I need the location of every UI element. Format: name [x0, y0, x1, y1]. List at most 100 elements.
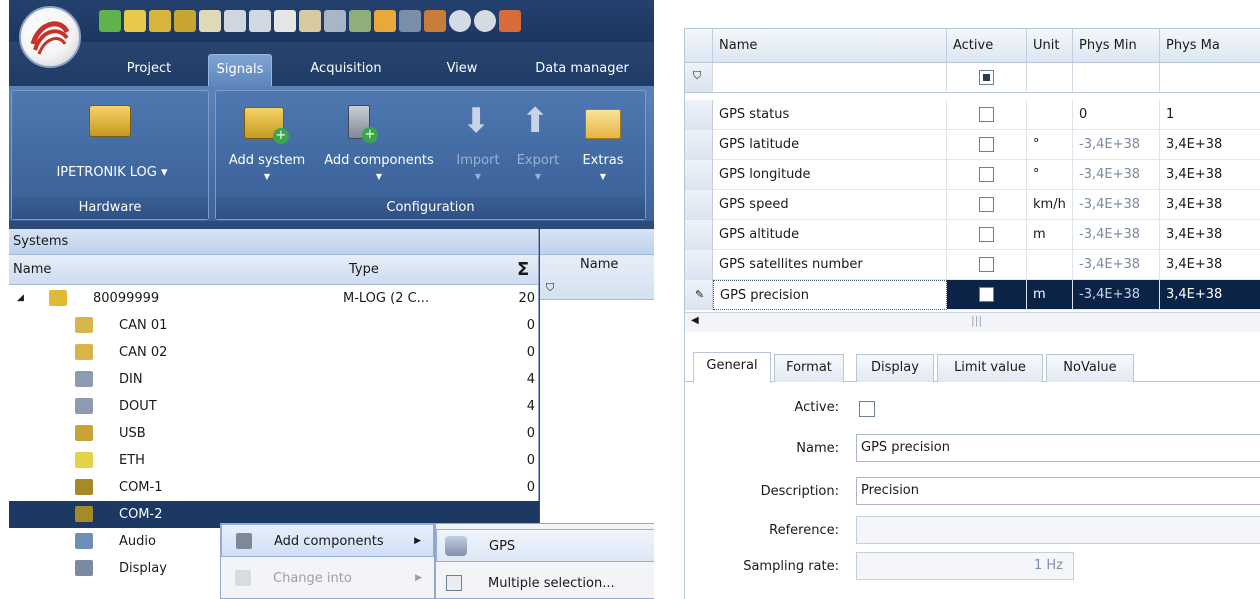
active-checkbox[interactable]: [979, 197, 994, 212]
add-system-button[interactable]: Add system ▼: [222, 153, 312, 181]
scroll-grip[interactable]: |||: [971, 314, 982, 327]
settings-icon[interactable]: [424, 10, 446, 32]
column-name[interactable]: Name: [580, 257, 618, 272]
column-name[interactable]: Name: [13, 255, 51, 285]
row-header[interactable]: [685, 100, 713, 130]
cell-phys-max[interactable]: 3,4E+38: [1160, 160, 1260, 190]
filter-active-checkbox[interactable]: [979, 70, 994, 85]
undo-icon[interactable]: [374, 10, 396, 32]
reference-field[interactable]: [856, 516, 1260, 544]
tab-limit-value[interactable]: Limit value: [937, 354, 1043, 382]
signal-row[interactable]: GPS altitude m -3,4E+38 3,4E+38: [685, 220, 1260, 250]
tab-data-manager[interactable]: Data manager: [527, 54, 637, 86]
cell-unit[interactable]: °: [1027, 160, 1073, 190]
filter-phys-max[interactable]: [1160, 63, 1260, 93]
cell-name[interactable]: GPS latitude: [713, 130, 947, 160]
save-all-icon[interactable]: [174, 10, 196, 32]
description-field[interactable]: Precision: [856, 477, 1260, 505]
new-icon[interactable]: [99, 10, 121, 32]
row-header[interactable]: ✎: [685, 280, 713, 310]
filter-phys-min[interactable]: [1073, 63, 1160, 93]
signal-row[interactable]: ✎ GPS precision m -3,4E+38 3,4E+38: [685, 280, 1260, 310]
cell-phys-min[interactable]: -3,4E+38: [1073, 250, 1160, 280]
tab-acquisition[interactable]: Acquisition: [301, 54, 391, 86]
row-header[interactable]: [685, 220, 713, 250]
filter-active[interactable]: [947, 63, 1027, 93]
tab-view[interactable]: View: [437, 54, 487, 86]
column-phys-max[interactable]: Phys Ma: [1160, 29, 1260, 63]
scroll-left-icon[interactable]: ◀: [691, 315, 699, 326]
home-icon[interactable]: [199, 10, 221, 32]
cell-phys-max[interactable]: 3,4E+38: [1160, 250, 1260, 280]
paste-icon[interactable]: [299, 10, 321, 32]
cell-name[interactable]: GPS precision: [713, 280, 947, 310]
stop-icon[interactable]: [449, 10, 471, 32]
cell-unit[interactable]: [1027, 250, 1073, 280]
cut-icon[interactable]: [249, 10, 271, 32]
signal-row[interactable]: GPS satellites number -3,4E+38 3,4E+38: [685, 250, 1260, 280]
printer-icon[interactable]: [224, 10, 246, 32]
column-name[interactable]: Name: [713, 29, 947, 63]
cell-name[interactable]: GPS speed: [713, 190, 947, 220]
tree-row[interactable]: ◢ 80099999 M-LOG (2 C... 20: [9, 285, 539, 312]
cell-phys-max[interactable]: 3,4E+38: [1160, 220, 1260, 250]
tree-row[interactable]: DOUT 4: [9, 393, 539, 420]
name-field[interactable]: GPS precision: [856, 434, 1260, 462]
active-checkbox[interactable]: [979, 287, 994, 302]
active-checkbox[interactable]: [979, 107, 994, 122]
sum-icon[interactable]: Σ: [517, 255, 529, 285]
cell-phys-min[interactable]: -3,4E+38: [1073, 220, 1160, 250]
print-icon[interactable]: [124, 10, 146, 32]
tab-display[interactable]: Display: [856, 354, 934, 382]
tree-row[interactable]: USB 0: [9, 420, 539, 447]
filter-unit[interactable]: [1027, 63, 1073, 93]
cell-name[interactable]: GPS status: [713, 100, 947, 130]
column-unit[interactable]: Unit: [1027, 29, 1073, 63]
horizontal-scrollbar[interactable]: ◀ |||: [685, 312, 1260, 332]
cell-phys-min[interactable]: -3,4E+38: [1073, 160, 1160, 190]
menu-item-gps[interactable]: GPS: [436, 529, 654, 562]
active-checkbox[interactable]: [979, 167, 994, 182]
active-checkbox[interactable]: [979, 257, 994, 272]
cell-phys-min[interactable]: -3,4E+38: [1073, 280, 1160, 310]
clear-icon[interactable]: [349, 10, 371, 32]
tab-format[interactable]: Format: [774, 354, 844, 382]
tree-row[interactable]: COM-1 0: [9, 474, 539, 501]
hardware-select-button[interactable]: IPETRONIK LOG ▾: [42, 165, 182, 180]
row-header[interactable]: [685, 160, 713, 190]
cell-phys-max[interactable]: 3,4E+38: [1160, 190, 1260, 220]
cell-unit[interactable]: °: [1027, 130, 1073, 160]
cell-unit[interactable]: m: [1027, 280, 1073, 310]
help-icon[interactable]: [474, 10, 496, 32]
active-checkbox[interactable]: [979, 227, 994, 242]
tree-row[interactable]: ETH 0: [9, 447, 539, 474]
row-header[interactable]: [685, 190, 713, 220]
copy-icon[interactable]: [274, 10, 296, 32]
filter-name[interactable]: [713, 63, 947, 93]
signal-row[interactable]: GPS speed km/h -3,4E+38 3,4E+38: [685, 190, 1260, 220]
active-checkbox[interactable]: [979, 137, 994, 152]
cell-unit[interactable]: [1027, 100, 1073, 130]
app-logo[interactable]: [19, 6, 81, 68]
filter-icon[interactable]: ⛉: [546, 281, 554, 295]
tree-row[interactable]: DIN 4: [9, 366, 539, 393]
cell-name[interactable]: GPS longitude: [713, 160, 947, 190]
tree-row[interactable]: CAN 02 0: [9, 339, 539, 366]
delete-icon[interactable]: [324, 10, 346, 32]
column-type[interactable]: Type: [349, 255, 379, 285]
cell-phys-min[interactable]: 0: [1073, 100, 1160, 130]
cell-phys-max[interactable]: 3,4E+38: [1160, 280, 1260, 310]
import-button[interactable]: Import ▼: [448, 153, 508, 181]
cell-phys-max[interactable]: 3,4E+38: [1160, 130, 1260, 160]
sampling-rate-field[interactable]: 1 Hz: [856, 552, 1074, 580]
signal-row[interactable]: GPS status 0 1: [685, 100, 1260, 130]
row-header[interactable]: [685, 250, 713, 280]
tab-novalue[interactable]: NoValue: [1046, 354, 1134, 382]
tree-row[interactable]: CAN 01 0: [9, 312, 539, 339]
redo-icon[interactable]: [399, 10, 421, 32]
tab-signals[interactable]: Signals: [208, 54, 272, 86]
tab-project[interactable]: Project: [114, 54, 184, 86]
signal-row[interactable]: GPS latitude ° -3,4E+38 3,4E+38: [685, 130, 1260, 160]
signal-row[interactable]: GPS longitude ° -3,4E+38 3,4E+38: [685, 160, 1260, 190]
expand-icon[interactable]: ◢: [17, 285, 24, 312]
